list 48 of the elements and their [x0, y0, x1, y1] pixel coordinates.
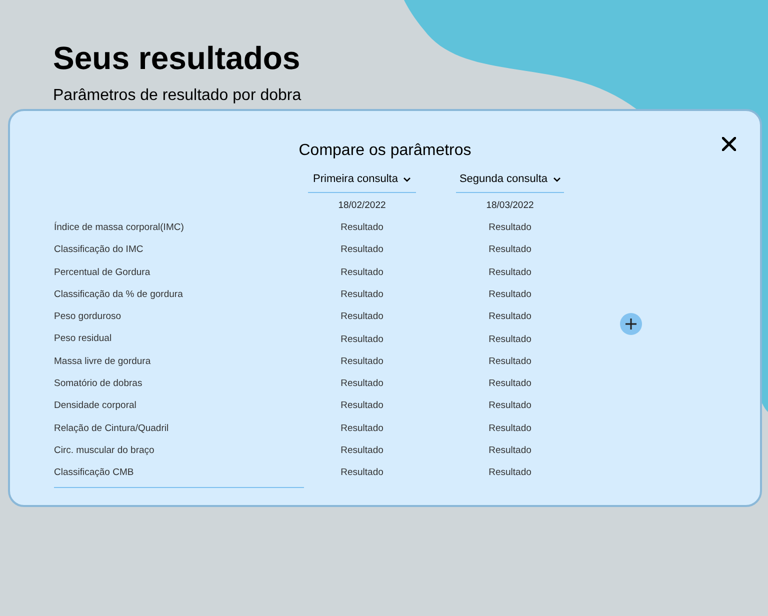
add-button[interactable]	[620, 313, 642, 335]
parameter-label: Classificação CMB	[54, 462, 304, 488]
result-value: Resultado	[488, 243, 532, 258]
chevron-down-icon	[552, 177, 561, 182]
result-value: Resultado	[340, 221, 384, 236]
result-value: Resultado	[340, 399, 384, 414]
result-value: Resultado	[340, 288, 384, 302]
result-value: Resultado	[340, 332, 384, 346]
result-value: Resultado	[488, 310, 532, 324]
parameter-label: Somatório de dobras	[54, 377, 144, 392]
parameter-label: Classificação do IMC	[54, 243, 144, 258]
result-value: Resultado	[340, 377, 384, 392]
page-subtitle: Parâmetros de resultado por dobra	[53, 86, 302, 106]
chevron-down-icon	[402, 177, 411, 182]
parameter-label: Índice de massa corporal(IMC)	[54, 220, 185, 235]
result-value: Resultado	[488, 221, 532, 236]
result-value: Resultado	[340, 266, 384, 280]
consultation-date: 18/03/2022	[486, 199, 534, 213]
plus-icon	[625, 318, 637, 330]
result-value: Resultado	[340, 310, 384, 324]
parameter-label: Circ. muscular do braço	[54, 444, 156, 458]
result-value: Resultado	[488, 399, 532, 414]
consultation-date: 18/02/2022	[338, 199, 386, 213]
result-value: Resultado	[488, 466, 532, 480]
result-value: Resultado	[488, 288, 532, 302]
result-value: Resultado	[488, 332, 532, 346]
result-value: Resultado	[488, 354, 532, 369]
parameter-label: Peso residual	[54, 332, 113, 346]
result-value: Resultado	[488, 377, 532, 392]
result-value: Resultado	[488, 444, 532, 458]
parameter-label: Classificação da % de gordura	[54, 288, 184, 302]
result-value: Resultado	[488, 422, 532, 436]
result-value: Resultado	[340, 422, 384, 436]
result-value: Resultado	[488, 266, 532, 280]
parameter-label: Peso gorduroso	[54, 310, 122, 324]
result-value: Resultado	[340, 354, 384, 369]
parameter-label: Densidade corporal	[54, 399, 138, 414]
result-value: Resultado	[340, 444, 384, 458]
parameter-label: Massa livre de gordura	[54, 354, 152, 369]
result-value: Resultado	[340, 466, 384, 480]
page-title: Seus resultados	[53, 39, 302, 78]
parameter-label: Percentual de Gordura	[54, 266, 152, 280]
result-value: Resultado	[340, 243, 384, 258]
close-icon[interactable]	[722, 137, 736, 151]
dialog-title: Compare os parâmetros	[298, 141, 472, 161]
consultation-dropdown[interactable]: Segunda consulta	[456, 167, 564, 193]
consultation-dropdown[interactable]: Primeira consulta	[308, 167, 416, 193]
parameter-label: Relação de Cintura/Quadril	[54, 422, 170, 436]
